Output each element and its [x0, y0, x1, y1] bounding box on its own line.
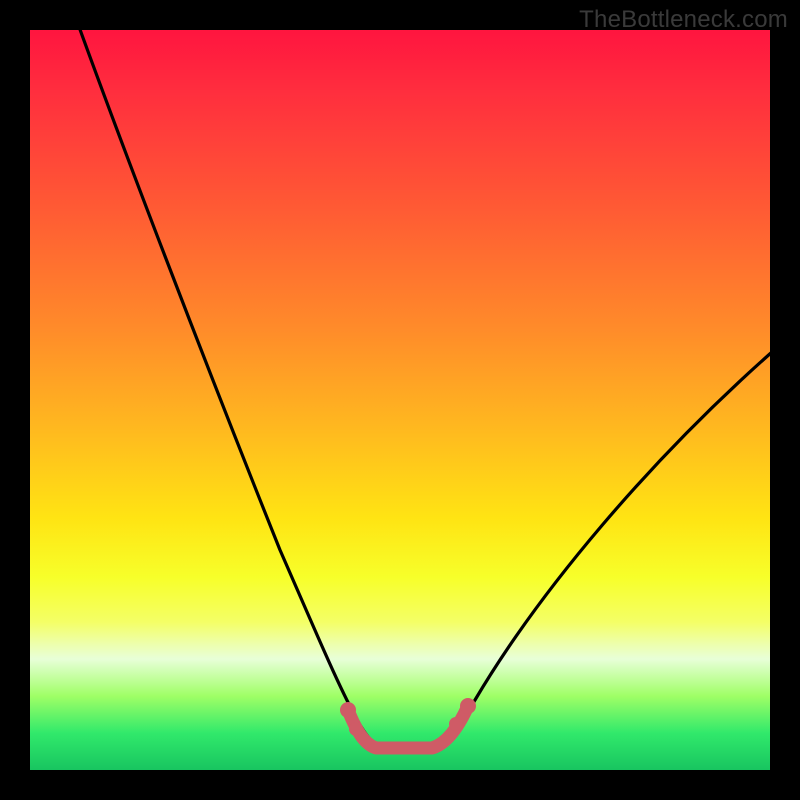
watermark-text: TheBottleneck.com [579, 6, 788, 34]
bottleneck-curve-svg [30, 30, 770, 770]
valley-marker-dot [460, 698, 476, 714]
bottleneck-curve [78, 24, 772, 748]
valley-marker-dot [349, 722, 363, 736]
plot-area [30, 30, 770, 770]
chart-frame: TheBottleneck.com [0, 0, 800, 800]
valley-marker-dot [449, 717, 463, 731]
valley-marker-dot [340, 702, 356, 718]
